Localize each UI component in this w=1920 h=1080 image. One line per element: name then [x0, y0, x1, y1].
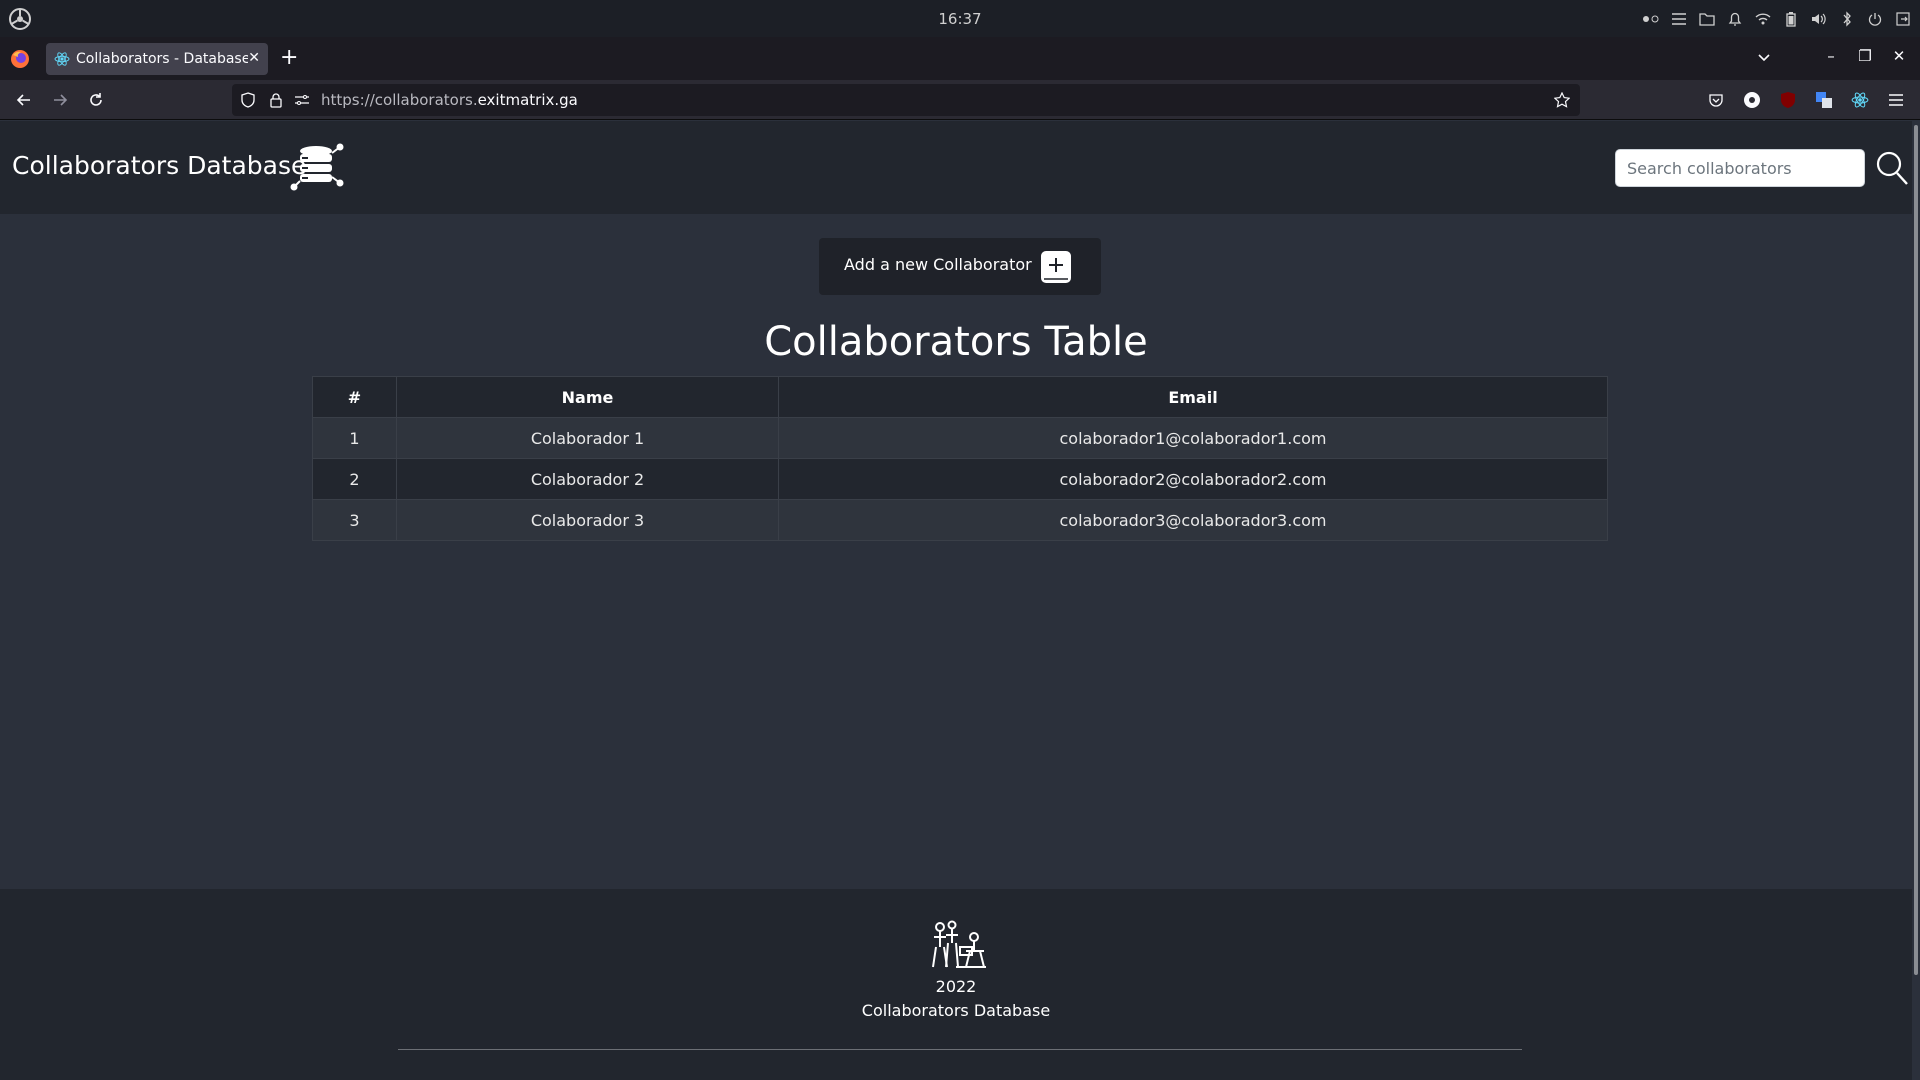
folder-icon[interactable]	[1698, 10, 1716, 28]
column-header-number[interactable]: #	[312, 376, 397, 418]
plus-icon	[1041, 251, 1071, 283]
table-row[interactable]: 3 Colaborador 3 colaborador3@colaborador…	[312, 499, 1608, 541]
workspace-indicator-icon[interactable]	[1642, 10, 1660, 28]
app-header: Collaborators Database	[0, 121, 1912, 214]
minimize-icon[interactable]: –	[1824, 47, 1838, 65]
app-menu-icon[interactable]	[1886, 90, 1906, 110]
menu-icon[interactable]	[1670, 10, 1688, 28]
add-collaborator-label: Add a new Collaborator	[844, 255, 1032, 274]
table-row[interactable]: 2 Colaborador 2 colaborador2@colaborador…	[312, 458, 1608, 500]
volume-icon[interactable]	[1810, 10, 1828, 28]
browser-nav-bar: https://collaborators.exitmatrix.ga	[0, 80, 1920, 120]
shield-icon[interactable]	[240, 92, 256, 108]
back-arrow-icon[interactable]	[12, 88, 36, 112]
system-top-bar: 16:37	[0, 0, 1920, 37]
power-icon[interactable]	[1866, 10, 1884, 28]
url-prefix: https://collaborators.	[321, 91, 478, 109]
add-collaborator-button[interactable]: Add a new Collaborator	[819, 238, 1101, 295]
url-host: exitmatrix.ga	[477, 91, 578, 109]
row-email-cell: colaborador1@colaborador1.com	[778, 417, 1608, 459]
row-name-cell: Colaborador 2	[396, 458, 779, 500]
ublock-origin-icon[interactable]	[1778, 90, 1798, 110]
table-row[interactable]: 1 Colaborador 1 colaborador1@colaborador…	[312, 417, 1608, 459]
bookmark-star-icon[interactable]	[1554, 92, 1570, 108]
react-devtools-icon[interactable]	[1850, 90, 1870, 110]
brand-title[interactable]: Collaborators Database	[12, 151, 306, 180]
firefox-icon	[11, 50, 29, 68]
new-tab-icon[interactable]: +	[280, 47, 298, 69]
reload-icon[interactable]	[84, 88, 108, 112]
system-tray	[1642, 8, 1912, 30]
table-header-row: # Name Email	[312, 376, 1608, 418]
system-clock: 16:37	[938, 10, 982, 28]
close-tab-icon[interactable]: ✕	[248, 50, 260, 66]
forward-arrow-icon[interactable]	[48, 88, 72, 112]
account-icon[interactable]	[1742, 90, 1762, 110]
active-tab[interactable]: Collaborators - Database ✕	[46, 43, 268, 75]
table-title: Collaborators Table	[764, 319, 1148, 365]
row-number-cell: 3	[312, 499, 397, 541]
column-header-name[interactable]: Name	[396, 376, 779, 418]
system-menu-icon[interactable]	[8, 7, 32, 31]
pocket-icon[interactable]	[1706, 90, 1726, 110]
search-icon[interactable]	[1875, 150, 1909, 186]
row-name-cell: Colaborador 1	[396, 417, 779, 459]
search-input[interactable]	[1615, 149, 1865, 187]
battery-icon[interactable]	[1782, 10, 1800, 28]
footer-name: Collaborators Database	[861, 1001, 1051, 1020]
translate-icon[interactable]	[1814, 90, 1834, 110]
page-scrollbar[interactable]	[1912, 121, 1920, 1080]
url-bar[interactable]: https://collaborators.exitmatrix.ga	[232, 84, 1580, 116]
wifi-icon[interactable]	[1754, 10, 1772, 28]
window-close-icon[interactable]: ✕	[1892, 47, 1906, 65]
footer-divider	[398, 1049, 1522, 1050]
exit-icon[interactable]	[1894, 10, 1912, 28]
database-icon	[290, 143, 344, 191]
restore-icon[interactable]: ❐	[1858, 47, 1872, 65]
row-name-cell: Colaborador 3	[396, 499, 779, 541]
bluetooth-icon[interactable]	[1838, 10, 1856, 28]
page-content: Collaborators Database Add a new Collabo…	[0, 121, 1912, 1080]
browser-tab-bar: Collaborators - Database ✕ + – ❐ ✕	[0, 37, 1920, 80]
tab-list-chevron-icon[interactable]	[1756, 49, 1772, 65]
lock-icon[interactable]	[268, 92, 284, 108]
tab-title: Collaborators - Database	[76, 51, 248, 67]
footer-year: 2022	[935, 977, 977, 996]
permissions-icon[interactable]	[294, 92, 310, 108]
react-favicon-icon	[54, 52, 70, 66]
column-header-email[interactable]: Email	[778, 376, 1608, 418]
footer: 2022 Collaborators Database	[0, 889, 1912, 1080]
row-number-cell: 1	[312, 417, 397, 459]
team-illustration-icon	[932, 920, 986, 968]
row-number-cell: 2	[312, 458, 397, 500]
url-text[interactable]: https://collaborators.exitmatrix.ga	[321, 91, 578, 109]
row-email-cell: colaborador2@colaborador2.com	[778, 458, 1608, 500]
row-email-cell: colaborador3@colaborador3.com	[778, 499, 1608, 541]
scrollbar-thumb[interactable]	[1914, 125, 1918, 975]
collaborators-table: # Name Email 1 Colaborador 1 colaborador…	[312, 376, 1608, 541]
bell-icon[interactable]	[1726, 10, 1744, 28]
window-controls: – ❐ ✕	[1824, 47, 1906, 65]
